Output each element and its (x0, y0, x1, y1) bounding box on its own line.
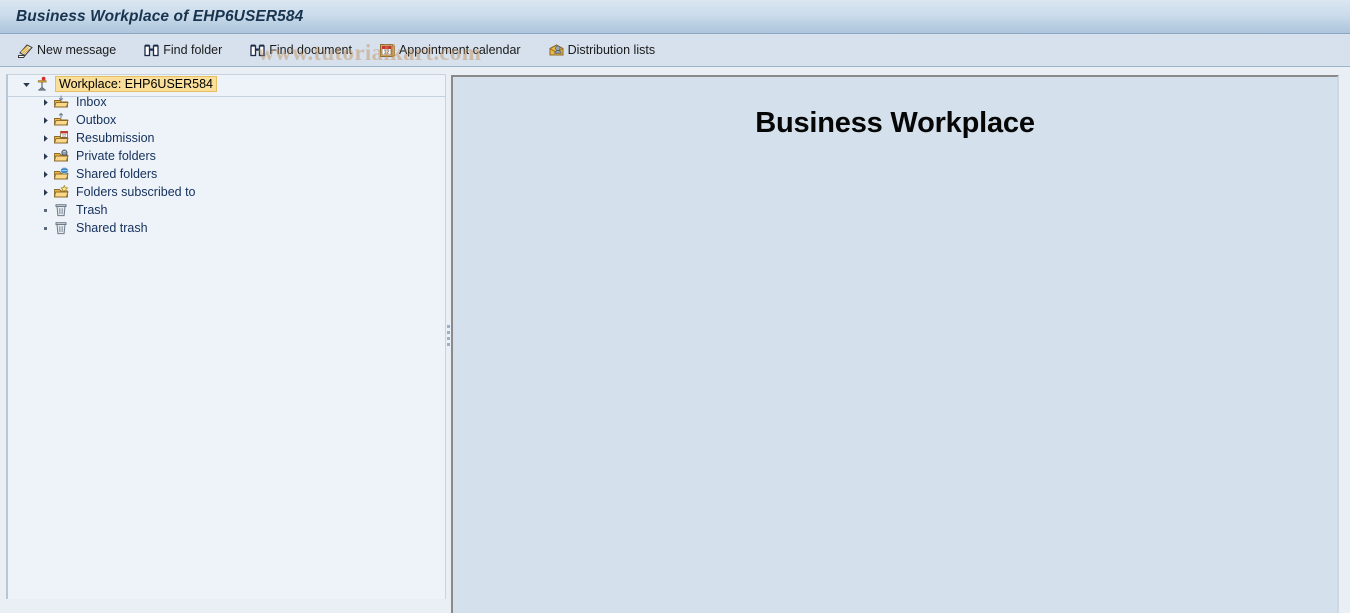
private-folder-icon (52, 148, 69, 165)
distribution-lists-label: Distribution lists (567, 43, 656, 57)
leaf-dot-icon (39, 219, 52, 237)
tree-item-private-folders[interactable]: Private folders (8, 147, 445, 165)
chevron-right-icon[interactable] (39, 111, 52, 129)
tree-item-label: Private folders (76, 149, 156, 163)
tree-item-resubmission[interactable]: 12 Resubmission (8, 129, 445, 147)
inbox-folder-icon (52, 94, 69, 111)
appointment-calendar-button[interactable]: 12 Appointment calendar (376, 37, 527, 63)
chevron-right-icon[interactable] (39, 129, 52, 147)
chevron-right-icon[interactable] (39, 147, 52, 165)
find-folder-button[interactable]: Find folder (140, 37, 228, 63)
tree-item-workplace-root[interactable]: Workplace: EHP6USER584 (8, 75, 445, 93)
tree-item-label: Shared folders (76, 167, 158, 181)
tree-item-label: Trash (76, 203, 108, 217)
work-area: Workplace: EHP6USER584 Inbox Outbox 12 R… (0, 67, 1350, 613)
find-document-label: Find document (269, 43, 352, 57)
distribution-lists-button[interactable]: Distribution lists (545, 37, 662, 63)
distribution-list-icon (548, 42, 565, 59)
tree-item-shared-folders[interactable]: Shared folders (8, 165, 445, 183)
svg-text:12: 12 (61, 133, 66, 138)
page-title: Business Workplace (755, 107, 1035, 139)
appointment-calendar-label: Appointment calendar (398, 43, 521, 57)
shared-trash-icon (52, 220, 69, 237)
content-panel: Business Workplace (451, 75, 1339, 613)
tree-item-label: Shared trash (76, 221, 148, 235)
tree-item-inbox[interactable]: Inbox (8, 93, 445, 111)
sap-business-workplace-window: Business Workplace of EHP6USER584 New me… (0, 0, 1350, 613)
folder-tree: Workplace: EHP6USER584 Inbox Outbox 12 R… (8, 75, 445, 237)
svg-text:12: 12 (383, 49, 389, 55)
window-title: Business Workplace of EHP6USER584 (16, 7, 304, 25)
find-folder-label: Find folder (163, 43, 223, 57)
binoculars-document-icon (249, 42, 266, 59)
tree-item-shared-trash[interactable]: Shared trash (8, 219, 445, 237)
chevron-down-icon[interactable] (20, 75, 33, 93)
chevron-right-icon[interactable] (39, 165, 52, 183)
panel-splitter[interactable] (446, 67, 450, 613)
new-message-icon (17, 42, 34, 59)
folder-tree-panel: Workplace: EHP6USER584 Inbox Outbox 12 R… (6, 74, 446, 599)
subscribed-folder-icon (52, 184, 69, 201)
tree-item-outbox[interactable]: Outbox (8, 111, 445, 129)
outbox-folder-icon (52, 112, 69, 129)
calendar-icon: 12 (379, 42, 396, 59)
chevron-right-icon[interactable] (39, 183, 52, 201)
chevron-right-icon[interactable] (39, 93, 52, 111)
find-document-button[interactable]: Find document (246, 37, 358, 63)
tree-item-folders-subscribed-to[interactable]: Folders subscribed to (8, 183, 445, 201)
binoculars-folder-icon (143, 42, 160, 59)
shared-folder-icon (52, 166, 69, 183)
trash-icon (52, 202, 69, 219)
new-message-button[interactable]: New message (14, 37, 122, 63)
tree-item-label: Workplace: EHP6USER584 (55, 76, 218, 92)
resubmission-folder-icon: 12 (52, 130, 69, 147)
window-title-bar: Business Workplace of EHP6USER584 (0, 0, 1350, 34)
workplace-user-icon (33, 76, 50, 93)
new-message-label: New message (37, 43, 117, 57)
leaf-dot-icon (39, 201, 52, 219)
tree-item-label: Resubmission (76, 131, 155, 145)
tree-item-label: Outbox (76, 113, 117, 127)
tree-item-label: Folders subscribed to (76, 185, 196, 199)
tree-item-trash[interactable]: Trash (8, 201, 445, 219)
splitter-grip[interactable] (446, 325, 450, 346)
application-toolbar: New message Find folder Find document 12… (0, 34, 1350, 67)
tree-item-label: Inbox (76, 95, 107, 109)
